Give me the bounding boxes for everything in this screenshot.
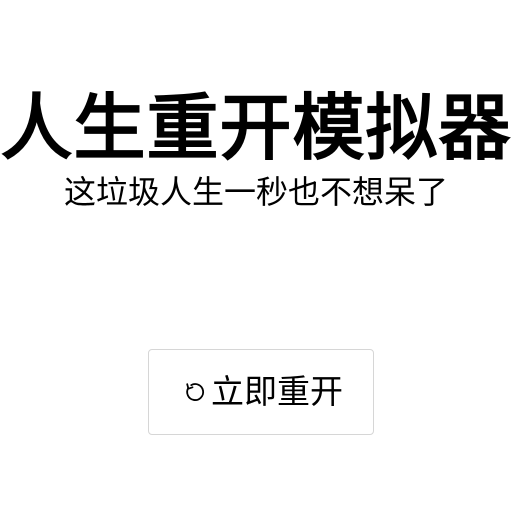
- page-title: 人生重开模拟器: [0, 86, 512, 170]
- refresh-icon: [179, 377, 209, 407]
- restart-button[interactable]: 立即重开: [148, 349, 374, 435]
- page-subtitle: 这垃圾人生一秒也不想呆了: [63, 173, 448, 211]
- restart-button-label: 立即重开: [211, 372, 343, 411]
